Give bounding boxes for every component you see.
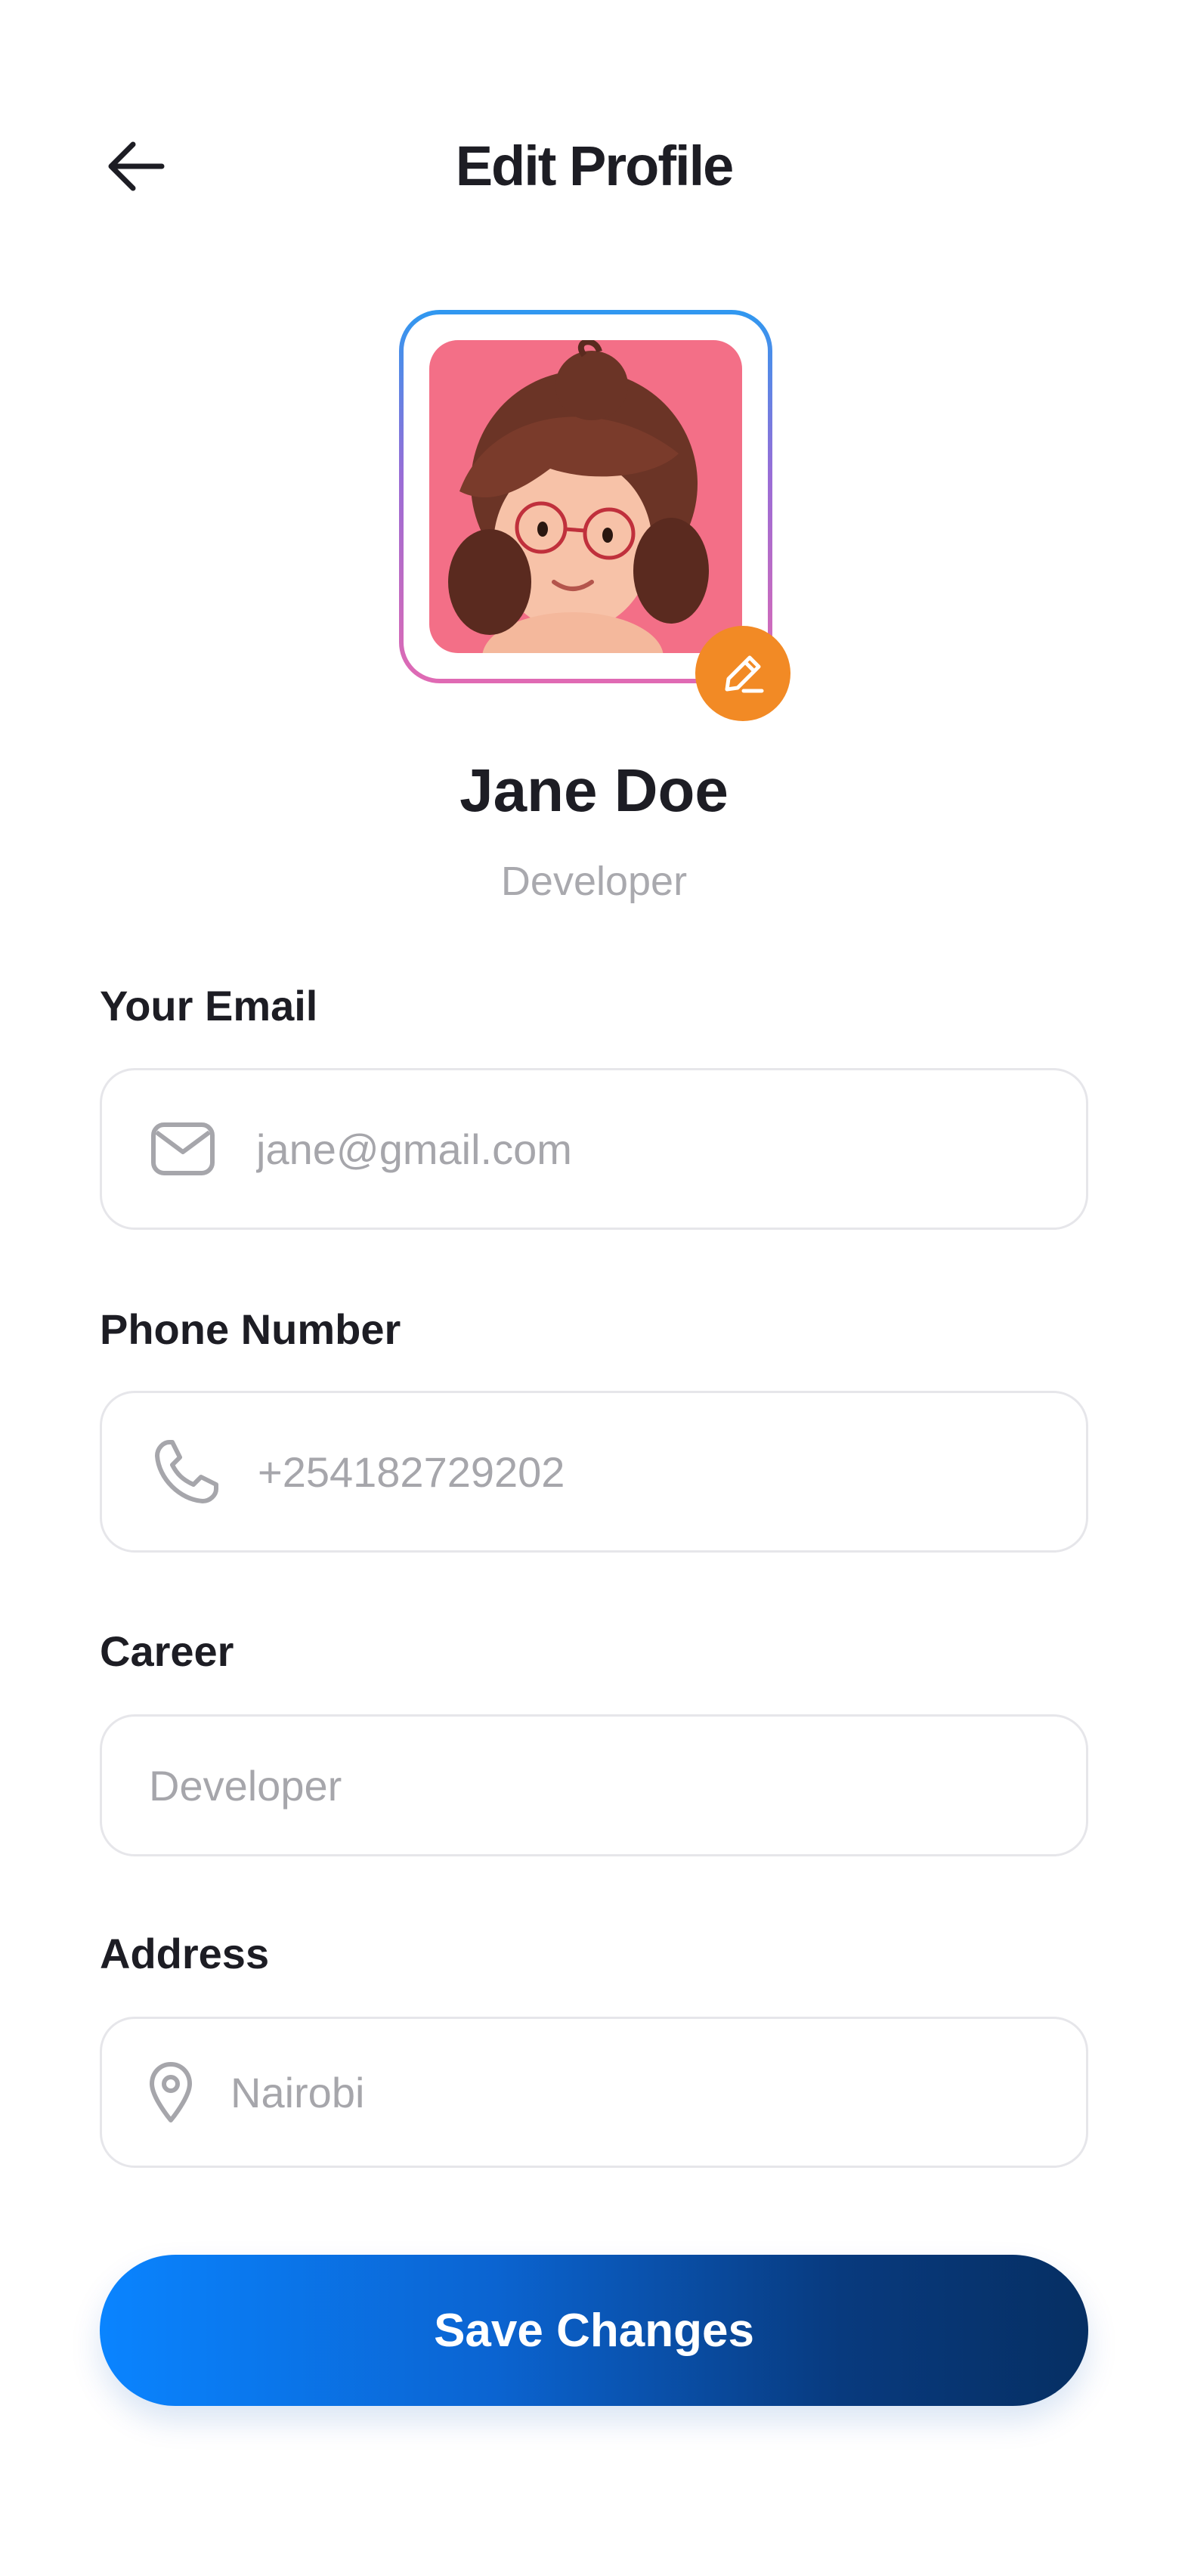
address-field-container [100, 2017, 1088, 2168]
save-changes-button[interactable]: Save Changes [100, 2255, 1088, 2406]
arrow-left-icon [108, 141, 165, 191]
profile-name: Jane Doe [459, 757, 729, 824]
phone-field-container [100, 1391, 1088, 1553]
profile-role: Developer [500, 859, 688, 904]
phone-label: Phone Number [100, 1305, 401, 1353]
avatar [429, 340, 742, 653]
phone-input[interactable] [258, 1393, 1056, 1550]
pencil-icon [725, 655, 764, 693]
phone-icon [149, 1393, 224, 1550]
page-title: Edit Profile [455, 135, 735, 197]
map-pin-icon [144, 2019, 197, 2166]
email-field-container [100, 1068, 1088, 1230]
email-label: Your Email [100, 982, 318, 1029]
envelope-icon [149, 1070, 217, 1228]
back-button[interactable] [98, 128, 174, 204]
edit-avatar-button[interactable] [695, 626, 790, 721]
career-field-container [100, 1714, 1088, 1856]
avatar-frame [399, 310, 772, 683]
address-input[interactable] [230, 2019, 1056, 2166]
address-label: Address [100, 1930, 270, 1977]
email-input[interactable] [256, 1070, 1056, 1228]
career-input[interactable] [149, 1717, 1056, 1854]
career-label: Career [100, 1627, 234, 1675]
